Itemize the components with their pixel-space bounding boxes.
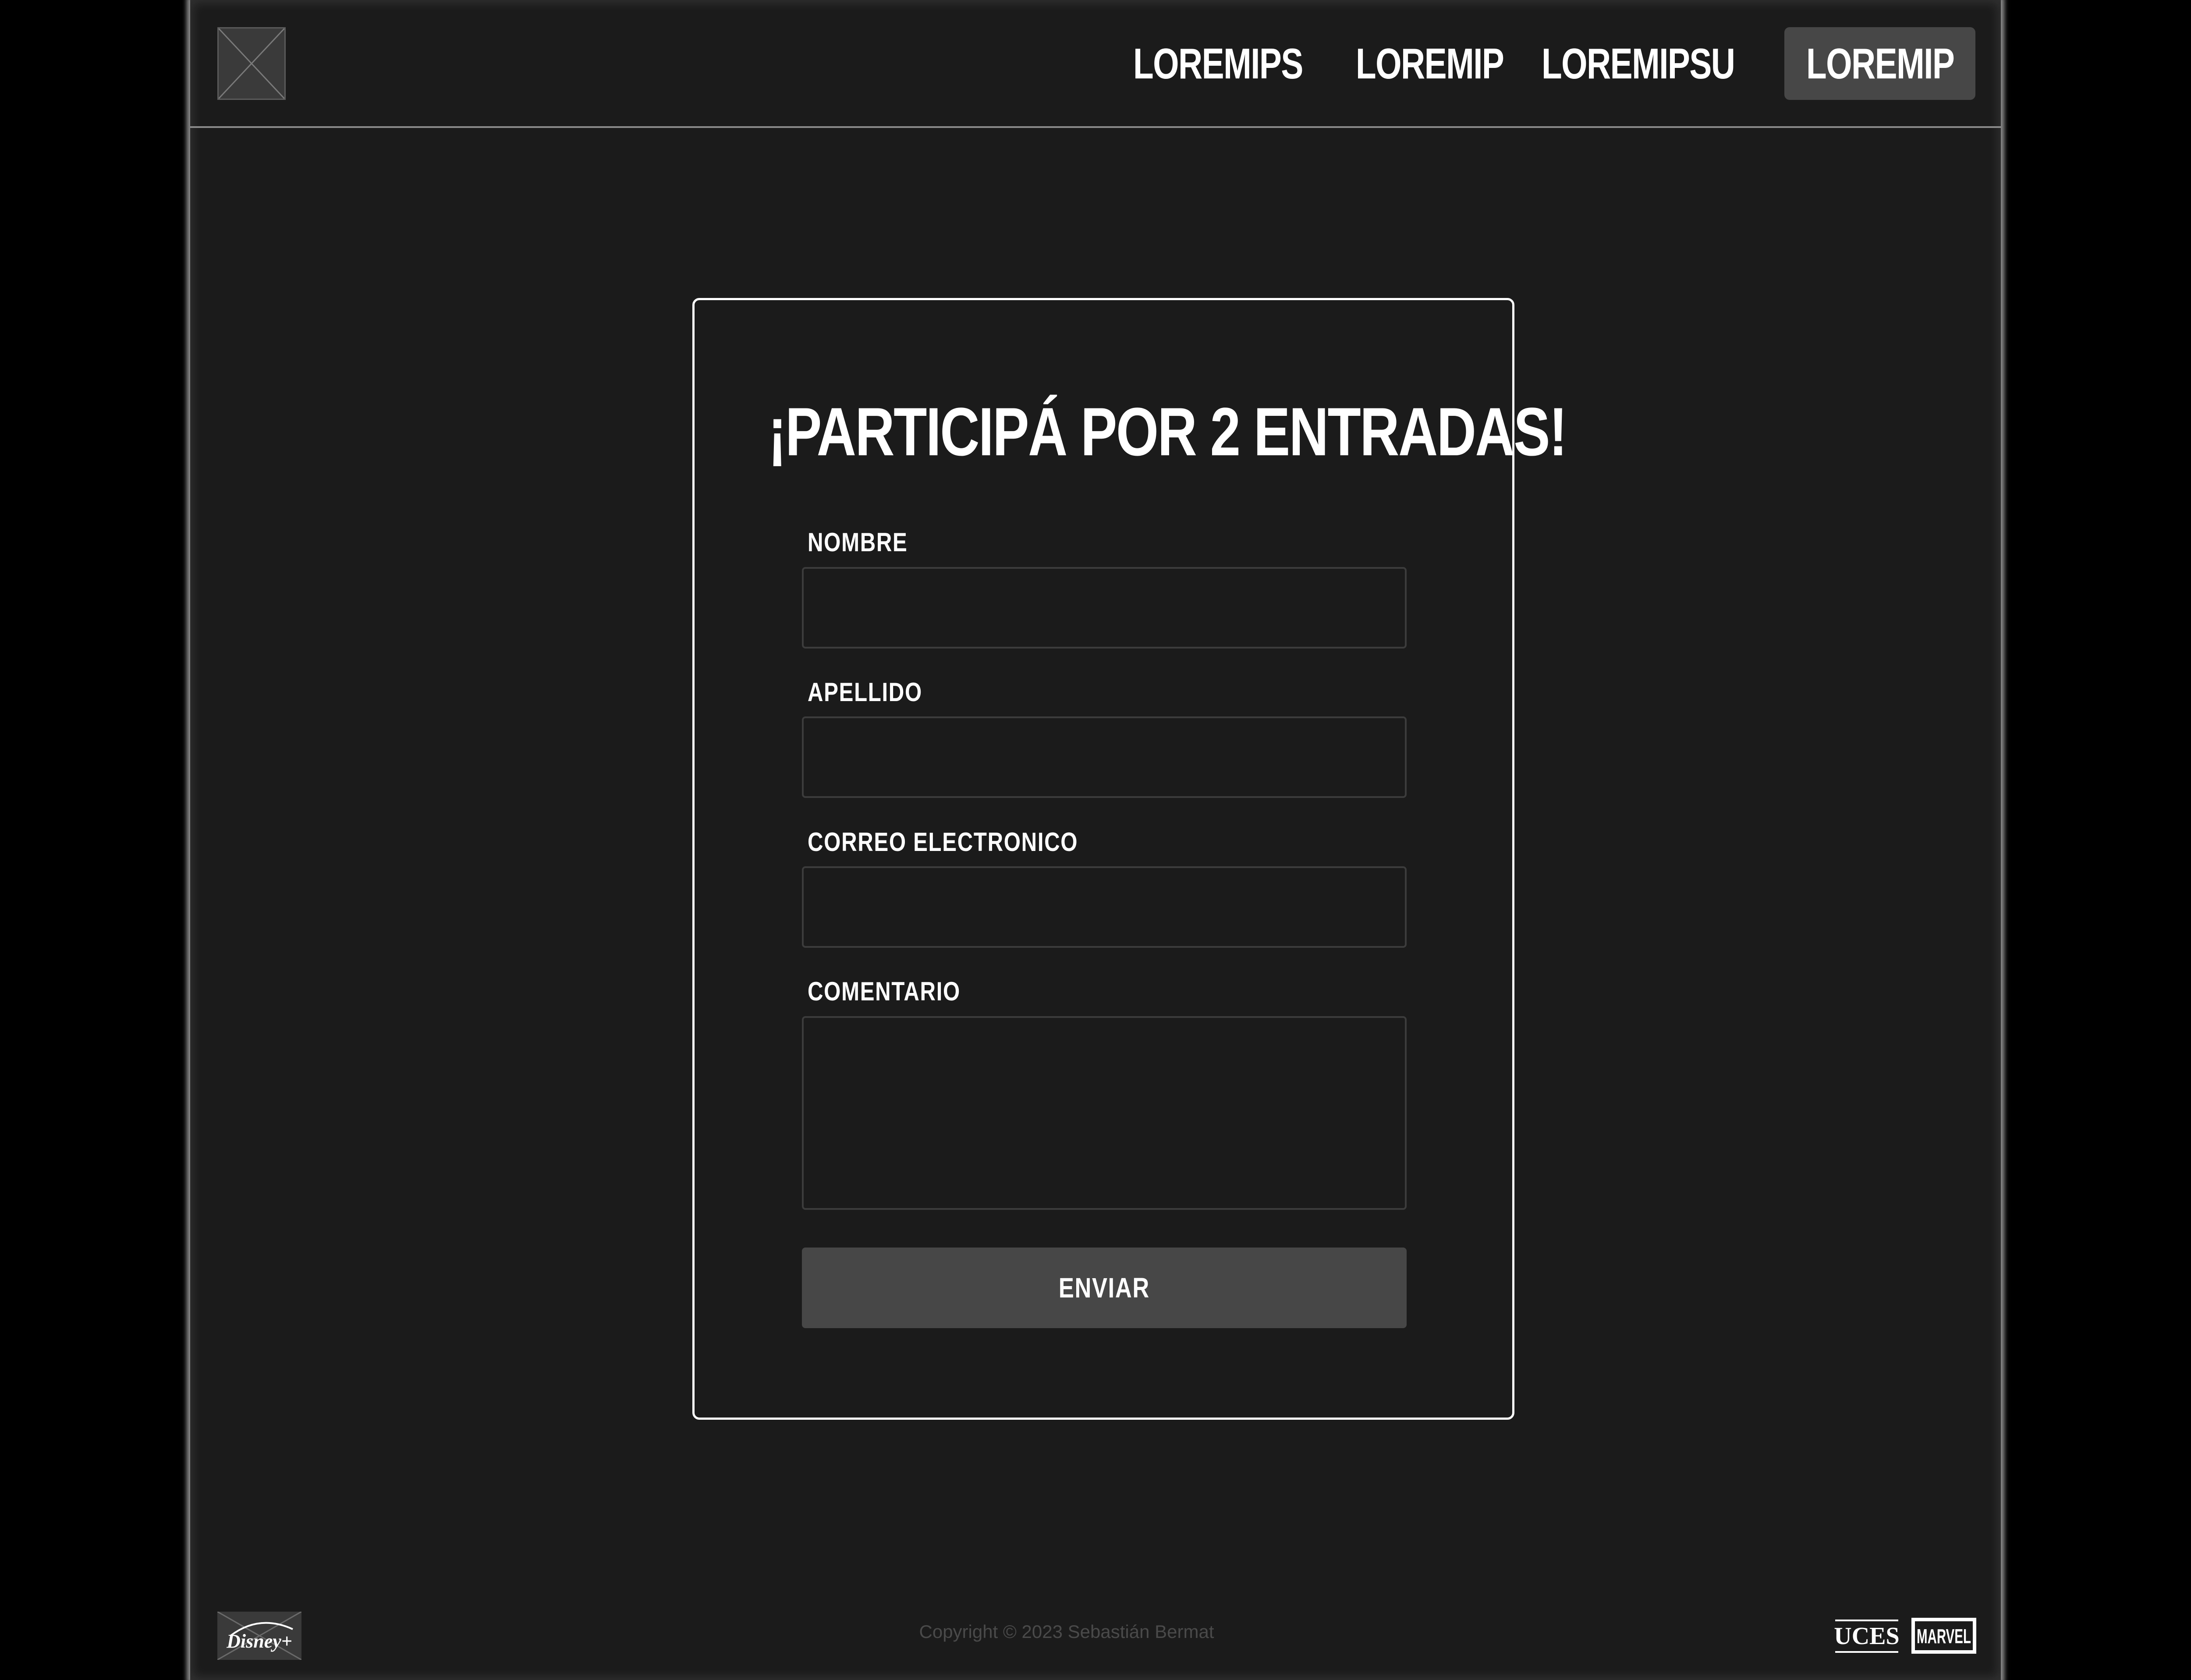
apellido-input[interactable] (802, 716, 1407, 798)
site-header: LOREMIPS LOREMIP LOREMIPSU LOREMIP (190, 0, 2001, 128)
contest-form-card: ¡PARTICIPÁ POR 2 ENTRADAS! NOMBRE APELLI… (692, 298, 1567, 1420)
copyright-label: Copyright © 2023 Sebastián Bermat (919, 1621, 1214, 1642)
comentario-textarea[interactable] (802, 1016, 1407, 1210)
nombre-input[interactable] (802, 567, 1407, 649)
copyright-text: Copyright © 2023 Sebastián Bermat (760, 1621, 1373, 1642)
nombre-label: NOMBRE (808, 528, 908, 557)
submit-button[interactable]: ENVIAR (802, 1248, 1407, 1328)
form-title: ¡PARTICIPÁ POR 2 ENTRADAS! (768, 394, 1567, 470)
comentario-label: COMENTARIO (808, 977, 961, 1006)
apellido-label: APELLIDO (808, 677, 922, 707)
nav-item-3[interactable]: LOREMIPSU (1542, 27, 1735, 100)
disney-plus-logo-icon: Disney+ (217, 1611, 302, 1661)
marvel-logo-icon: MARVEL (1911, 1612, 1977, 1660)
svg-text:Disney+: Disney+ (226, 1630, 292, 1652)
uces-logo-icon: UCES (1833, 1612, 1900, 1660)
svg-text:UCES: UCES (1834, 1623, 1899, 1650)
submit-button-label: ENVIAR (1058, 1272, 1150, 1304)
nav-item-1[interactable]: LOREMIPS (1133, 27, 1303, 100)
nav-item-2[interactable]: LOREMIP (1356, 27, 1504, 100)
page-frame: LOREMIPS LOREMIP LOREMIPSU LOREMIP ¡PART… (190, 0, 2001, 1680)
main-nav: LOREMIPS LOREMIP LOREMIPSU LOREMIP (190, 27, 2001, 100)
email-input[interactable] (802, 866, 1407, 948)
svg-text:MARVEL: MARVEL (1917, 1625, 1971, 1648)
email-label: CORREO ELECTRONICO (808, 827, 1078, 857)
nav-item-4-active[interactable]: LOREMIP (1806, 27, 1955, 100)
